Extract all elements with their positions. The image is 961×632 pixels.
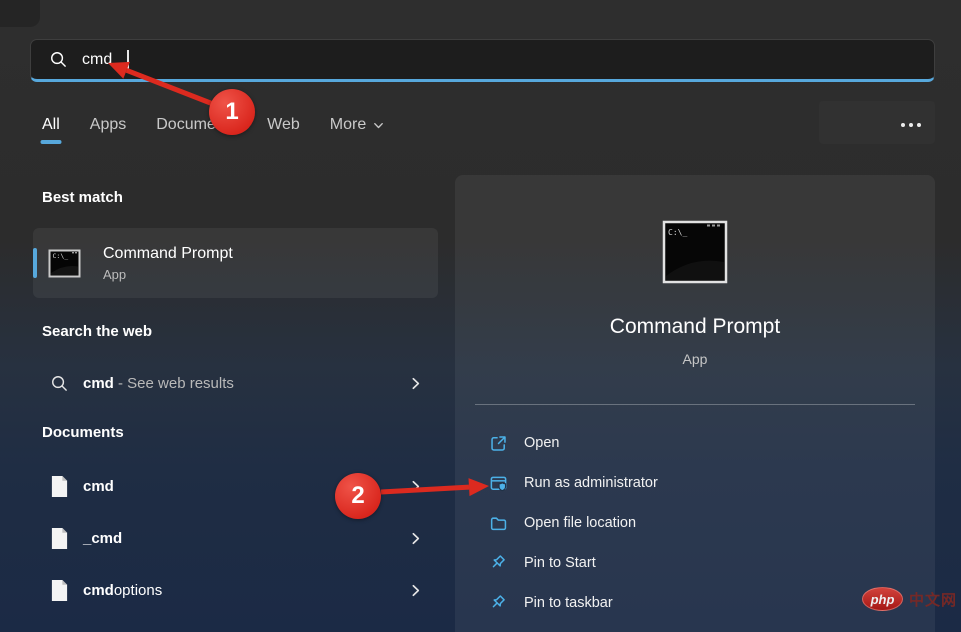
section-header-web: Search the web: [42, 323, 153, 340]
tab-all[interactable]: All: [42, 116, 60, 144]
result-title: Command Prompt: [103, 244, 233, 262]
result-subtitle: App: [103, 266, 127, 282]
search-input[interactable]: cmd: [30, 39, 935, 82]
document-icon: [50, 579, 69, 602]
tab-apps[interactable]: Apps: [90, 116, 126, 144]
action-label: Open file location: [524, 515, 637, 531]
action-pin-to-start[interactable]: Pin to Start: [455, 543, 935, 583]
document-row[interactable]: cmd options: [33, 569, 438, 611]
document-name: _cmd: [83, 529, 123, 547]
preview-subtitle: App: [682, 351, 708, 367]
action-label: Pin to taskbar: [524, 595, 613, 611]
best-match-result[interactable]: C:\_ Command Prompt App: [33, 228, 438, 298]
search-icon: [49, 50, 68, 69]
divider: [475, 404, 915, 405]
chevron-down-icon: [373, 120, 384, 131]
open-icon: [489, 434, 508, 453]
folder-icon: [489, 514, 508, 533]
action-run-as-administrator[interactable]: Run as administrator: [455, 463, 935, 503]
action-open[interactable]: Open: [455, 423, 935, 463]
preview-panel: C:\_ Command Prompt App Open Run as admi…: [455, 175, 935, 632]
svg-text:C:\_: C:\_: [53, 252, 69, 260]
web-search-row[interactable]: cmd - See web results: [33, 362, 438, 404]
text-caret: [127, 50, 129, 69]
windows-search-flyout: cmd All Apps Documents Web More Best mat…: [0, 0, 961, 632]
ellipsis-icon[interactable]: [901, 123, 921, 127]
cmd-icon-large: C:\_: [662, 220, 728, 289]
search-icon: [50, 374, 69, 393]
chevron-right-icon: [409, 480, 422, 493]
section-header-documents: Documents: [42, 424, 124, 441]
run-as-admin-icon: [489, 474, 508, 493]
chevron-right-icon: [409, 532, 422, 545]
section-header-best-match: Best match: [42, 189, 123, 206]
cmd-icon: C:\_: [48, 247, 81, 280]
annotation-step-2: 2: [335, 473, 381, 519]
tab-more[interactable]: More: [330, 116, 384, 144]
chevron-right-icon: [409, 377, 422, 390]
action-label: Run as administrator: [524, 475, 658, 491]
document-name: cmd options: [83, 581, 163, 599]
pin-icon: [489, 554, 508, 573]
action-label: Pin to Start: [524, 555, 596, 571]
preview-title: Command Prompt: [609, 315, 781, 338]
action-label: Open: [524, 435, 560, 451]
search-query-text: cmd: [82, 50, 113, 68]
document-row[interactable]: _cmd: [33, 517, 438, 559]
tab-web[interactable]: Web: [267, 116, 300, 144]
annotation-step-1: 1: [209, 89, 255, 135]
action-open-file-location[interactable]: Open file location: [455, 503, 935, 543]
pin-icon: [489, 594, 508, 613]
best-match-text: Command Prompt App: [103, 245, 233, 282]
web-search-label: cmd - See web results: [83, 374, 234, 392]
document-icon: [50, 475, 69, 498]
watermark-text: 中文网: [909, 591, 958, 609]
selection-indicator: [33, 248, 37, 278]
php-logo: php: [862, 587, 903, 611]
screen-corner-artifact: [0, 0, 40, 27]
svg-text:C:\_: C:\_: [668, 228, 687, 237]
chevron-right-icon: [409, 584, 422, 597]
watermark: php 中文网: [862, 587, 957, 611]
document-icon: [50, 527, 69, 550]
